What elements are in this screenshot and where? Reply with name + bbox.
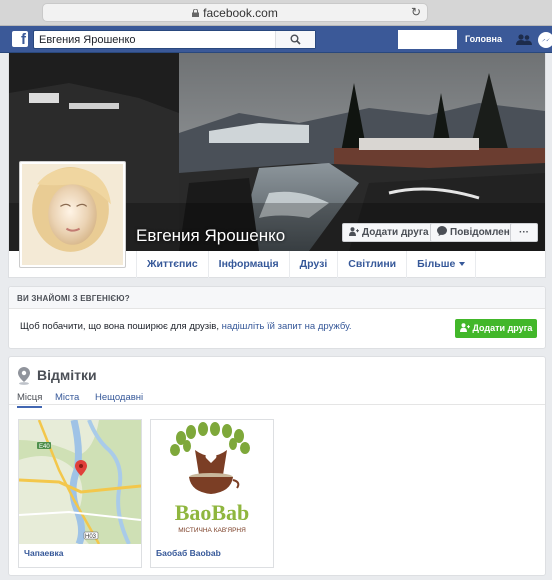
add-friend-cover-label: Додати друга [362,227,429,238]
profile-tabs: Життєпис Інформація Друзі Світлини Більш… [136,251,477,278]
tab-places[interactable]: Місця [17,392,43,408]
friend-requests-icon[interactable] [516,34,532,46]
add-friend-cover-button[interactable]: Додати друга [342,223,436,242]
place-tile[interactable]: E40 H03 Чапаевка [18,419,142,568]
place-map: E40 H03 [19,420,141,544]
chevron-down-icon [459,262,466,267]
search-value: Евгения Ярошенко [39,34,136,46]
add-friend-button[interactable]: Додати друга [455,319,537,338]
profile-name: Евгения Ярошенко [136,226,286,245]
search-input[interactable]: Евгения Ярошенко [33,30,316,49]
checkins-section: Відмітки Місця Міста Нещодавні E40 H03 Ч… [8,356,546,576]
home-link[interactable]: Головна [465,34,502,44]
friend-suggestion-box: ВИ ЗНАЙОМІ З ЕВГЕНІЄЮ? Щоб побачити, що … [8,286,546,349]
facebook-top-nav: f Евгения Ярошенко Головна [0,26,552,53]
map-pin-icon [18,367,30,385]
road-label: E40 [39,444,50,450]
message-icon [437,226,447,237]
place-logo: BaoBab МІСТИЧНА КАВ'ЯРНЯ [151,420,273,544]
profile-header: Евгения Ярошенко Додати друга Повідомлен… [8,53,546,278]
messenger-icon[interactable] [538,32,552,48]
place-tile[interactable]: BaoBab МІСТИЧНА КАВ'ЯРНЯ Баобаб Baobab [150,419,274,568]
url-display: facebook.com [43,6,427,20]
url-text: facebook.com [203,6,278,20]
add-friend-icon [349,227,359,236]
tab-cities[interactable]: Міста [55,392,79,403]
send-friend-request-link[interactable]: надішліть їй запит на дружбу. [222,321,352,332]
road-label: H03 [85,534,97,540]
checkins-tabs: Місця Міста Нещодавні [9,387,545,408]
friend-suggestion-text: Щоб побачити, що вона поширює для друзів… [20,321,352,332]
tab-photos[interactable]: Світлини [337,251,406,278]
add-friend-label: Додати друга [472,323,533,333]
profile-picture[interactable] [19,161,126,268]
add-friend-icon [459,323,470,333]
tab-friends[interactable]: Друзі [288,251,338,278]
more-options-button[interactable]: ··· [510,223,538,242]
tab-more[interactable]: Більше [406,251,477,278]
place-name-link[interactable]: Баобаб Baobab [156,548,221,558]
address-bar[interactable]: facebook.com ↻ [42,3,428,22]
browser-toolbar: facebook.com ↻ [0,0,552,26]
checkins-title: Відмітки [37,367,97,383]
tab-recent[interactable]: Нещодавні [95,392,143,403]
friend-suggestion-title: ВИ ЗНАЙОМІ З ЕВГЕНІЄЮ? [17,294,130,303]
facebook-logo-icon[interactable]: f [12,31,28,48]
baobab-logo-text: BaoBab [175,500,250,525]
tab-about[interactable]: Інформація [207,251,289,278]
lock-icon [192,9,200,17]
reload-icon[interactable]: ↻ [411,5,421,19]
search-button[interactable] [275,31,315,48]
tab-timeline[interactable]: Життєпис [136,251,208,278]
more-options-icon: ··· [519,227,529,238]
friend-suggestion-header: ВИ ЗНАЙОМІ З ЕВГЕНІЄЮ? [9,287,545,309]
user-profile-link[interactable] [398,30,457,49]
baobab-logo-subtitle: МІСТИЧНА КАВ'ЯРНЯ [178,527,246,534]
search-icon [290,34,301,45]
place-name-link[interactable]: Чапаевка [24,548,64,558]
